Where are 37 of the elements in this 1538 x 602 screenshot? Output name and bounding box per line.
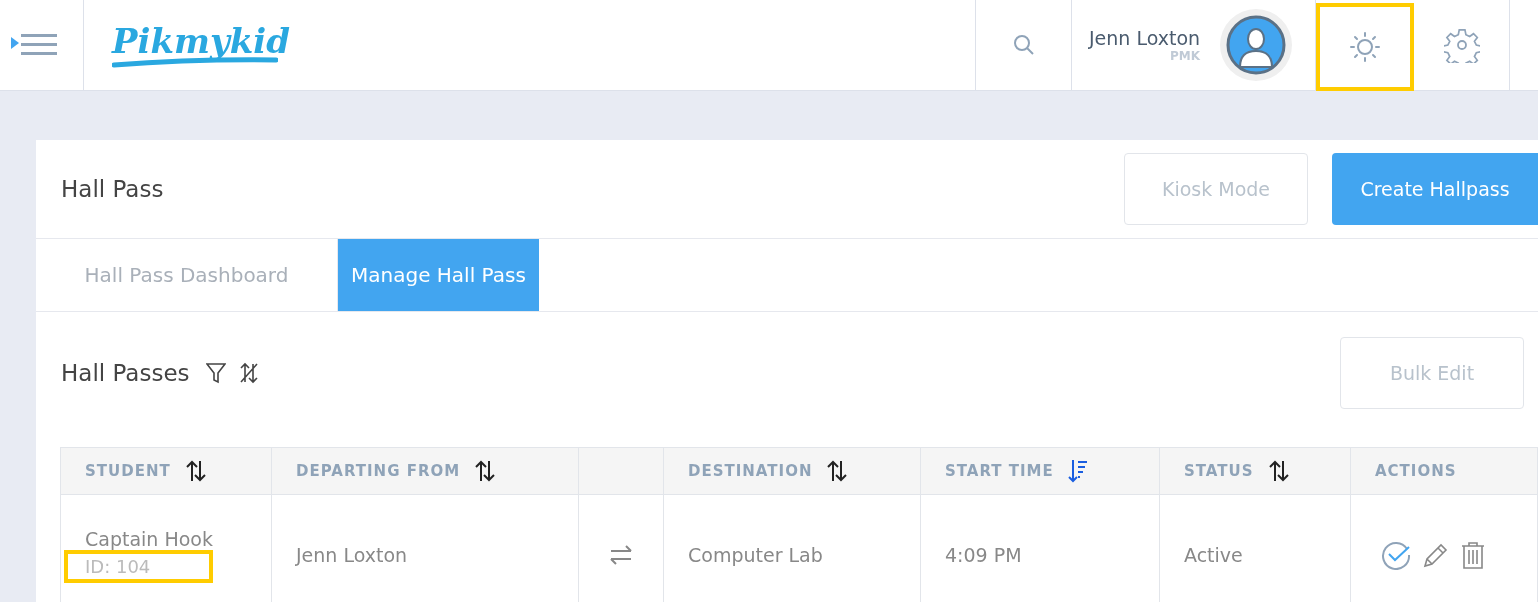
pencil-icon[interactable] — [1423, 542, 1449, 568]
search-icon[interactable] — [1012, 34, 1035, 56]
sort-icon[interactable] — [184, 460, 207, 482]
kiosk-button[interactable]: Kiosk Mode — [1124, 153, 1308, 225]
sort-off-icon[interactable] — [237, 362, 260, 384]
table-cell: 4:09 PM — [945, 544, 1022, 566]
page-title: Hall Pass — [61, 176, 164, 202]
sort-icon[interactable] — [1267, 460, 1290, 482]
column-header: DESTINATION — [688, 462, 813, 480]
check-circle-icon[interactable] — [1381, 540, 1411, 570]
section-title: Hall Passes — [61, 360, 190, 386]
student-id: ID: 104 — [64, 549, 213, 583]
column-header: DEPARTING FROM — [296, 462, 461, 480]
table-cell: Jenn Loxton — [296, 544, 408, 566]
table-cell: Active — [1184, 544, 1243, 566]
trash-icon[interactable] — [1461, 541, 1485, 569]
settings-icon[interactable] — [1443, 27, 1480, 63]
tab[interactable]: Manage Hall Pass — [338, 239, 539, 311]
user-name: Jenn Loxton — [1089, 27, 1201, 49]
create-button[interactable]: Create Hallpass — [1332, 153, 1538, 225]
user-role: PMK — [1170, 49, 1201, 63]
table-cell: Computer Lab — [688, 544, 823, 566]
sort-icon[interactable] — [826, 460, 849, 482]
column-header: ACTIONS — [1375, 462, 1457, 480]
filter-icon[interactable] — [205, 362, 226, 384]
sort-icon[interactable] — [474, 460, 497, 482]
column-header: STUDENT — [85, 462, 171, 480]
sun-icon — [1349, 31, 1381, 63]
logo[interactable]: Pikmykid — [112, 22, 291, 68]
avatar-icon[interactable] — [1220, 9, 1293, 81]
student-name: Captain Hook — [85, 527, 213, 550]
column-header: START TIME — [945, 462, 1054, 480]
column-header: STATUS — [1184, 462, 1254, 480]
bulk-edit-button[interactable]: Bulk Edit — [1340, 337, 1524, 409]
swap-icon — [609, 545, 633, 565]
menu-icon[interactable] — [11, 33, 59, 57]
sort-descending-icon[interactable] — [1067, 459, 1090, 483]
